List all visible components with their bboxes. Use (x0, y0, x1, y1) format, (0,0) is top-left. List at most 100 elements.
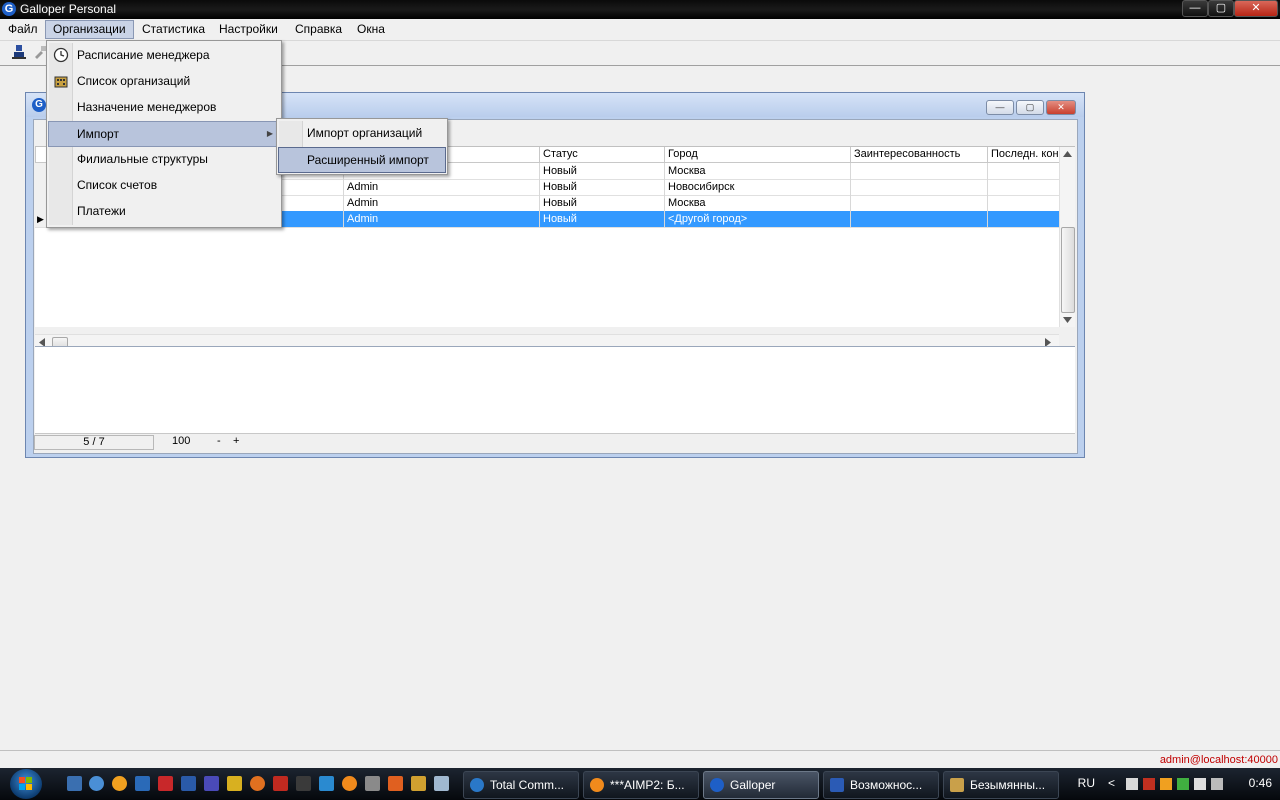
taskbar-button-paint[interactable]: Безымянны... (943, 771, 1059, 799)
building-icon (54, 76, 68, 88)
scroll-down-icon[interactable] (1063, 317, 1072, 323)
browser-icon[interactable] (89, 776, 104, 791)
menu-settings[interactable]: Настройки (212, 21, 285, 38)
import-submenu: Импорт организаций Расширенный импорт (276, 118, 448, 175)
taskbar-button-label: Возможнос... (850, 778, 923, 792)
cell-city: Новосибирск (664, 179, 851, 195)
galloper-child-icon: G (32, 98, 46, 112)
firefox-icon[interactable] (388, 776, 403, 791)
menu-organizations[interactable]: Организации (45, 20, 134, 39)
total-commander-icon (470, 778, 484, 792)
taskbar-button-label: ***AIMP2: Б... (610, 778, 685, 792)
increase-button[interactable]: + (233, 435, 239, 448)
menu-windows[interactable]: Окна (350, 21, 392, 38)
taskbar-button-label: Безымянны... (970, 778, 1046, 792)
notepad-icon[interactable] (434, 776, 449, 791)
menu-item-branch-structures[interactable]: Филиальные структуры (49, 147, 279, 171)
cell-interest (850, 211, 988, 227)
submenu-item-extended-import[interactable]: Расширенный импорт (278, 147, 446, 173)
calculator-icon[interactable] (365, 776, 380, 791)
connection-status: admin@localhost:40000 (1159, 754, 1278, 766)
header-status[interactable]: Статус (539, 147, 665, 162)
menu-bar: Файл Организации Статистика Настройки Сп… (0, 19, 1280, 41)
menu-item-manager-schedule[interactable]: Расписание менеджера (49, 43, 279, 67)
header-last-contact[interactable]: Последн. кон (987, 147, 1064, 162)
menu-help[interactable]: Справка (288, 21, 349, 38)
menu-item-assign-managers[interactable]: Назначение менеджеров (49, 95, 279, 119)
device-icon[interactable] (1126, 778, 1138, 790)
cell-interest (850, 179, 988, 195)
mail-icon[interactable] (250, 776, 265, 791)
cell-interest (850, 163, 988, 179)
menu-item-label: Импорт (77, 127, 119, 141)
detail-panel[interactable] (35, 346, 1075, 434)
info-icon[interactable] (112, 776, 127, 791)
tray-icon[interactable] (1194, 778, 1206, 790)
menu-item-label: Платежи (77, 204, 126, 218)
cell-city: Москва (664, 163, 851, 179)
taskbar-button-word[interactable]: Возможнос... (823, 771, 939, 799)
child-minimize-button[interactable]: — (986, 100, 1014, 115)
minimize-button[interactable]: — (1182, 0, 1208, 17)
galloper-app-icon: G (2, 2, 16, 16)
aimp-tray-icon[interactable] (1160, 778, 1172, 790)
taskbar-button-galloper[interactable]: Galloper (703, 771, 819, 799)
galloper-task-icon (710, 778, 724, 792)
maximize-button[interactable]: ▢ (1208, 0, 1234, 17)
show-desktop-icon[interactable] (67, 776, 82, 791)
network-icon[interactable] (319, 776, 334, 791)
pdf-icon[interactable] (273, 776, 288, 791)
close-button[interactable]: ✕ (1234, 0, 1278, 17)
cell-last-contact (987, 179, 1064, 195)
clock[interactable]: 0:46 (1249, 776, 1272, 790)
archive-icon[interactable] (204, 776, 219, 791)
windows-logo-icon (19, 777, 32, 790)
cell-last-contact (987, 195, 1064, 211)
child-maximize-button[interactable]: ▢ (1016, 100, 1044, 115)
current-row-arrow-icon: ▶ (37, 214, 44, 224)
media-player-icon[interactable] (135, 776, 150, 791)
vertical-scroll-thumb[interactable] (1061, 227, 1075, 313)
start-button[interactable] (10, 769, 42, 799)
app-tray-icon[interactable] (1177, 778, 1189, 790)
menu-item-label: Расписание менеджера (77, 48, 210, 62)
font-icon[interactable] (227, 776, 242, 791)
cell-interest (850, 195, 988, 211)
header-city[interactable]: Город (664, 147, 851, 162)
menu-item-invoice-list[interactable]: Список счетов (49, 173, 279, 197)
tray-expand-icon[interactable]: < (1108, 776, 1115, 790)
submenu-item-import-organizations[interactable]: Импорт организаций (279, 121, 445, 145)
cell-status: Новый (539, 179, 665, 195)
opera-icon[interactable] (158, 776, 173, 791)
menu-item-organization-list[interactable]: Список организаций (49, 69, 279, 93)
person-icon[interactable] (11, 44, 27, 60)
taskbar-button-aimp[interactable]: ***AIMP2: Б... (583, 771, 699, 799)
submenu-arrow-icon: ▶ (266, 129, 273, 138)
cell-manager: Admin (343, 195, 537, 211)
child-close-button[interactable]: ✕ (1046, 100, 1076, 115)
menu-item-import[interactable]: Импорт ▶ (48, 121, 280, 147)
aimp-icon[interactable] (342, 776, 357, 791)
taskbar-button-label: Galloper (730, 778, 776, 792)
cell-city: <Другой город> (664, 211, 851, 227)
menu-item-payments[interactable]: Платежи (49, 199, 279, 223)
scroll-up-icon[interactable] (1063, 151, 1072, 157)
menu-statistics[interactable]: Статистика (135, 21, 212, 38)
menu-item-label: Список счетов (77, 178, 158, 192)
cell-manager: Admin (343, 211, 537, 227)
tools-icon[interactable] (411, 776, 426, 791)
cell-last-contact (987, 211, 1064, 227)
editor-icon[interactable] (296, 776, 311, 791)
word-icon (830, 778, 844, 792)
taskbar-button-total-commander[interactable]: Total Comm... (463, 771, 579, 799)
header-interest[interactable]: Заинтересованность (850, 147, 988, 162)
decrease-button[interactable]: - (217, 435, 221, 448)
menu-file[interactable]: Файл (1, 21, 45, 38)
menu-item-label: Назначение менеджеров (77, 100, 217, 114)
grid-vertical-scrollbar[interactable] (1059, 147, 1075, 327)
volume-icon[interactable] (1211, 778, 1223, 790)
network-status-icon[interactable] (1143, 778, 1155, 790)
windows-taskbar: Total Comm... ***AIMP2: Б... Galloper Во… (0, 768, 1280, 800)
people-icon[interactable] (181, 776, 196, 791)
language-indicator[interactable]: RU (1078, 776, 1095, 790)
